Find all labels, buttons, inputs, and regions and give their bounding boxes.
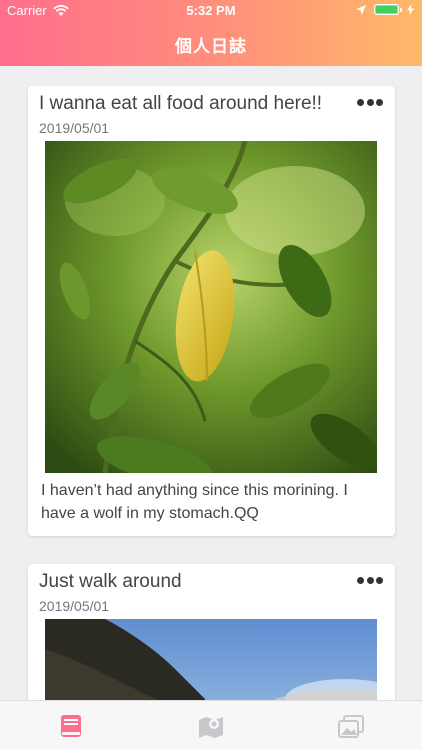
tab-bar (0, 700, 422, 750)
entry-photo[interactable] (45, 619, 377, 700)
more-options-button[interactable] (357, 96, 383, 108)
plant-leaves-photo (45, 141, 377, 473)
status-bar: Carrier 5:32 PM (0, 0, 422, 22)
journal-entry-card[interactable]: Just walk around 2019/05/01 (28, 564, 395, 700)
entry-title: Just walk around (39, 571, 182, 592)
map-icon (199, 717, 223, 738)
more-dot-icon (357, 98, 364, 106)
header: Carrier 5:32 PM 個人日誌 (0, 0, 422, 66)
charging-bolt-icon (407, 4, 414, 15)
entry-photo[interactable] (45, 141, 377, 473)
location-arrow-icon (356, 4, 366, 15)
more-dot-icon (376, 98, 383, 106)
entry-date: 2019/05/01 (39, 598, 110, 614)
more-dot-icon (366, 98, 374, 106)
entry-title: I wanna eat all food around here!! (39, 93, 323, 114)
more-dot-icon (357, 576, 364, 584)
battery-level (376, 6, 397, 13)
battery-icon (374, 4, 402, 15)
tab-photos[interactable] (338, 713, 364, 739)
journal-entry-card[interactable]: I wanna eat all food around here!! 2019/… (28, 86, 395, 536)
entry-date: 2019/05/01 (39, 120, 110, 136)
journal-book-icon (61, 715, 81, 737)
photos-icon (338, 715, 364, 738)
journal-feed[interactable]: I wanna eat all food around here!! 2019/… (0, 66, 422, 700)
cliff-sky-photo (45, 619, 377, 700)
entry-body: I haven’t had anything since this morini… (41, 482, 348, 522)
status-right (356, 4, 414, 15)
tab-map[interactable] (198, 713, 224, 739)
tab-journal[interactable] (58, 713, 84, 739)
more-dot-icon (366, 576, 374, 584)
page-title: 個人日誌 (175, 37, 247, 56)
more-dot-icon (376, 576, 383, 584)
more-options-button[interactable] (357, 574, 383, 586)
